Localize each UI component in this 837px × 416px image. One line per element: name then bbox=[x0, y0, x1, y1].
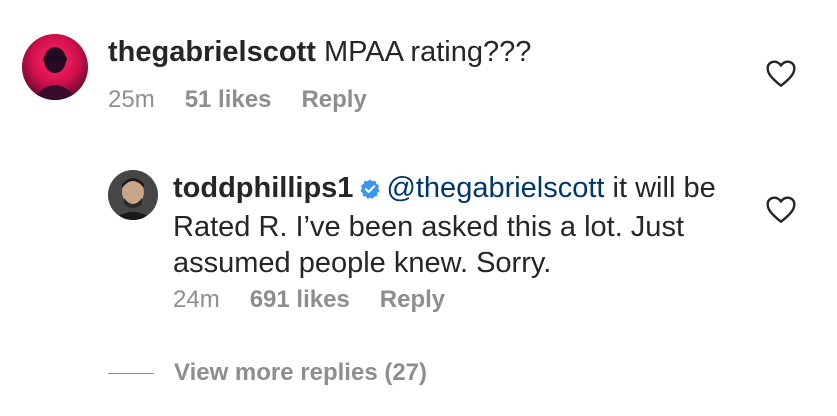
reply-reply-button[interactable]: Reply bbox=[380, 286, 445, 313]
comment-likes[interactable]: 51 likes bbox=[185, 86, 272, 113]
reply-username[interactable]: toddphillips1 bbox=[173, 172, 353, 204]
reply-mention-link[interactable]: @thegabrielscott bbox=[386, 172, 604, 204]
avatar-toddphillips1[interactable] bbox=[108, 170, 158, 220]
reply-time: 24m bbox=[173, 286, 220, 313]
reply-body-line-1: it will be bbox=[604, 172, 716, 204]
like-heart-icon[interactable] bbox=[765, 58, 797, 88]
reply-item: toddphillips1 @thegabrielscott it will be… bbox=[0, 160, 837, 330]
reply-line-1: toddphillips1 @thegabrielscott it will be bbox=[173, 170, 773, 209]
reply-likes[interactable]: 691 likes bbox=[250, 286, 350, 313]
view-more-label: View more replies (27) bbox=[174, 359, 428, 386]
view-more-replies-button[interactable]: View more replies (27) bbox=[108, 358, 427, 388]
avatar-thegabrielscott[interactable] bbox=[22, 34, 88, 100]
view-more-divider bbox=[108, 373, 154, 375]
comment-username[interactable]: thegabrielscott bbox=[108, 36, 316, 68]
comment-text: thegabrielscott MPAA rating??? bbox=[108, 34, 531, 70]
reply-text: toddphillips1 @thegabrielscott it will be… bbox=[173, 170, 773, 281]
verified-badge-icon bbox=[359, 173, 381, 209]
comment-meta: 25m 51 likes Reply bbox=[108, 86, 397, 114]
reply-line-3: assumed people knew. Sorry. bbox=[173, 247, 552, 279]
reply-meta: 24m 691 likes Reply bbox=[173, 286, 475, 314]
comment-time: 25m bbox=[108, 86, 155, 113]
comment-body: MPAA rating??? bbox=[323, 36, 532, 68]
comment-item: thegabrielscott MPAA rating??? 25m 51 lik… bbox=[0, 0, 837, 140]
like-heart-icon[interactable] bbox=[765, 194, 797, 224]
comment-reply-button[interactable]: Reply bbox=[301, 86, 366, 113]
reply-line-2: Rated R. I’ve been asked this a lot. Jus… bbox=[173, 211, 684, 243]
